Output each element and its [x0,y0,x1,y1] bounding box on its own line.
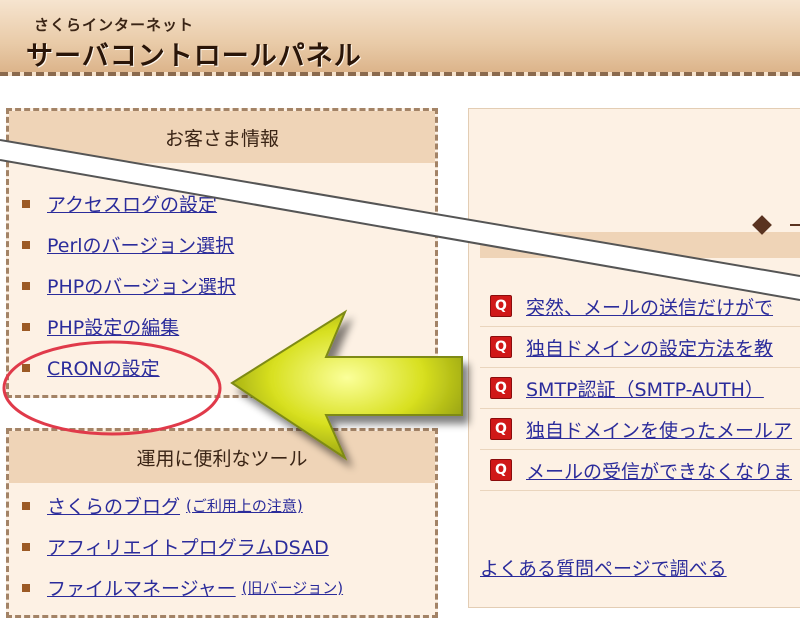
usage-notes-link[interactable]: (ご利用上の注意) [186,495,303,516]
bullet-icon [22,240,30,249]
faq-item[interactable]: Q メールの受信ができなくなりま [480,450,800,491]
faq-item[interactable]: Q 独自ドメインの設定方法を教 [480,327,800,368]
question-icon: Q [490,459,512,481]
header-subtitle: さくらインターネット [34,16,195,34]
customer-info-heading: お客さま情報 [9,111,435,163]
header-title: サーバコントロールパネル [26,41,362,72]
php-settings-link[interactable]: PHP設定の編集 [47,313,179,340]
sakura-blog-link[interactable]: さくらのブログ [47,492,180,519]
menu-item-access-log[interactable]: アクセスログの設定 [9,183,435,224]
question-icon: Q [490,336,512,358]
faq-link[interactable]: 独自ドメインを使ったメールア [526,416,792,443]
faq-item[interactable]: Q SMTP認証（SMTP-AUTH） [480,368,800,409]
faq-more-link[interactable]: よくある質問ページで調べる [480,554,727,581]
perl-version-link[interactable]: Perlのバージョン選択 [47,231,234,258]
faq-link[interactable]: メールの受信ができなくなりま [526,457,792,484]
menu-item-cron[interactable]: CRONの設定 [9,347,435,388]
faq-link[interactable]: 独自ドメインの設定方法を教 [526,334,773,361]
question-icon: Q [490,295,512,317]
bullet-icon [22,501,30,510]
useful-tools-heading: 運用に便利なツール [9,431,435,483]
menu-item-php-settings[interactable]: PHP設定の編集 [9,306,435,347]
access-log-link[interactable]: アクセスログの設定 [47,190,217,217]
question-icon: Q [490,377,512,399]
faq-heading-band [480,232,800,258]
faq-item[interactable]: Q 突然、メールの送信だけがで [480,286,800,327]
faq-item[interactable]: Q 独自ドメインを使ったメールア [480,409,800,450]
bullet-icon [22,322,30,331]
menu-item-affiliate[interactable]: アフィリエイトプログラムDSAD [9,526,435,567]
menu-item-perl-version[interactable]: Perlのバージョン選択 [9,224,435,265]
header-banner: さくらインターネット サーバコントロールパネル [0,0,800,76]
faq-link[interactable]: SMTP認証（SMTP-AUTH） [526,375,764,402]
faq-link[interactable]: 突然、メールの送信だけがで [526,293,773,320]
bullet-icon [22,583,30,592]
customer-info-panel: お客さま情報 アクセスログの設定 Perlのバージョン選択 PHPのバージョン選… [6,108,438,398]
cron-settings-link[interactable]: CRONの設定 [47,354,160,381]
bullet-icon [22,542,30,551]
bullet-icon [22,199,30,208]
faq-list: Q 突然、メールの送信だけがで Q 独自ドメインの設定方法を教 Q SMTP認証… [480,286,800,491]
old-version-link[interactable]: (旧バージョン) [242,577,343,598]
menu-item-php-version[interactable]: PHPのバージョン選択 [9,265,435,306]
menu-item-file-manager[interactable]: ファイルマネージャー (旧バージョン) [9,567,435,608]
bullet-icon [22,281,30,290]
file-manager-link[interactable]: ファイルマネージャー [47,574,236,601]
menu-item-sakura-blog[interactable]: さくらのブログ (ご利用上の注意) [9,485,435,526]
useful-tools-panel: 運用に便利なツール さくらのブログ (ご利用上の注意) アフィリエイトプログラム… [6,428,438,618]
question-icon: Q [490,418,512,440]
bullet-icon [22,363,30,372]
affiliate-program-link[interactable]: アフィリエイトプログラムDSAD [47,533,329,560]
php-version-link[interactable]: PHPのバージョン選択 [47,272,236,299]
dash-mark [790,224,800,226]
